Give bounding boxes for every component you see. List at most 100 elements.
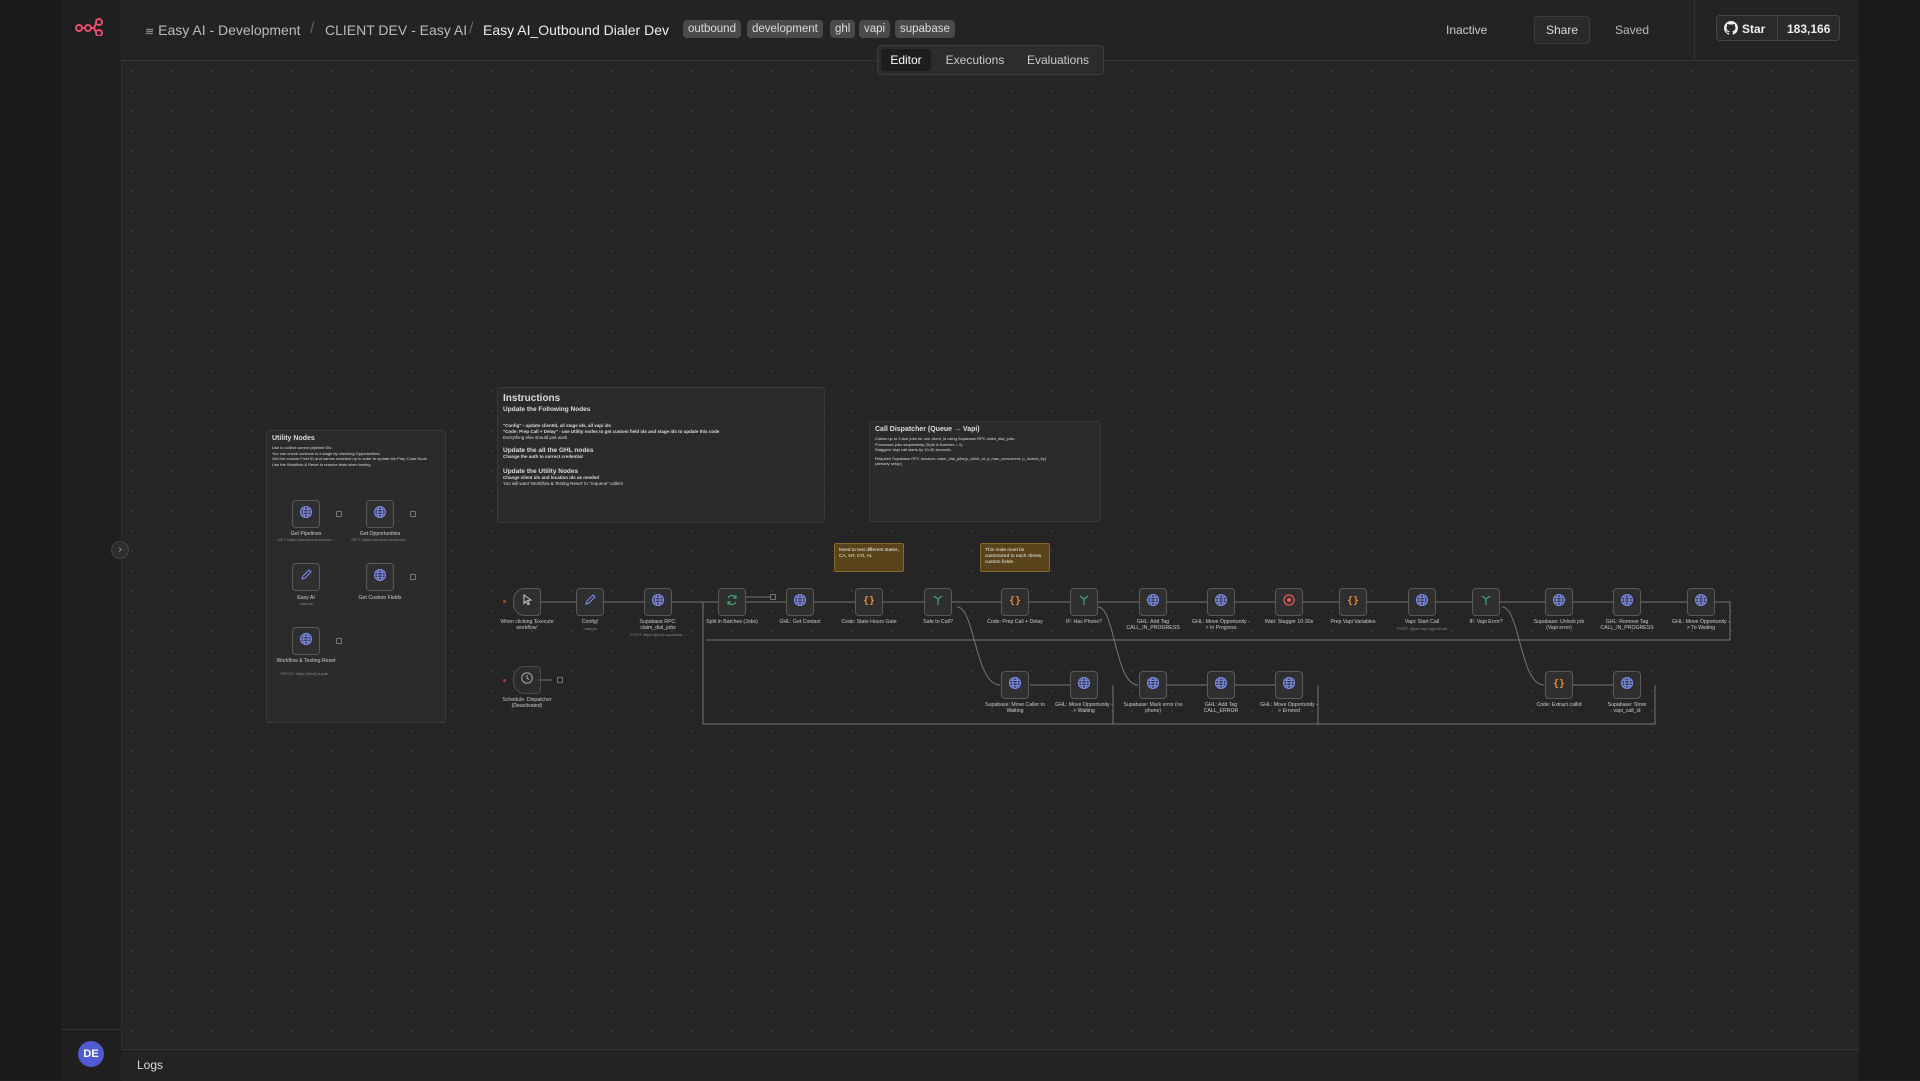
- sticky-note-custom-fields[interactable]: This node must be customized to each cli…: [980, 543, 1050, 572]
- node-subtitle: GET: https://services.leadconn...: [351, 537, 409, 542]
- svg-text:{}: {}: [863, 595, 875, 606]
- globe-icon: [1146, 593, 1160, 612]
- globe-icon: [373, 568, 387, 587]
- node-manual-trigger[interactable]: [513, 588, 541, 616]
- node-easy-ai[interactable]: [292, 563, 320, 591]
- node-supabase-mark-error[interactable]: [1139, 671, 1167, 699]
- add-node-plus-icon[interactable]: [336, 638, 342, 644]
- globe-icon: [299, 505, 313, 524]
- node-label: GHL: Get Contact: [779, 619, 821, 625]
- pencil-icon: [300, 568, 313, 586]
- node-prep-call-delay[interactable]: {}: [1001, 588, 1029, 616]
- logs-panel-bar[interactable]: Logs: [121, 1049, 1859, 1081]
- sticky-note-states[interactable]: Need to test different states, CA, NY, C…: [834, 543, 904, 572]
- node-split-batches[interactable]: [718, 588, 746, 616]
- sticky-note-instructions[interactable]: Instructions Update the Following Nodes …: [497, 387, 825, 523]
- node-config[interactable]: [576, 588, 604, 616]
- globe-icon: [1008, 676, 1022, 695]
- node-extract-callid[interactable]: {}: [1545, 671, 1573, 699]
- node-label: GHL: Move Opportunity -> Waiting: [1055, 702, 1113, 714]
- node-ghl-add-tag-error[interactable]: [1207, 671, 1235, 699]
- node-schedule-dispatcher[interactable]: [513, 666, 541, 694]
- svg-text:{}: {}: [1347, 595, 1359, 606]
- sticky-title: Utility Nodes: [272, 435, 315, 442]
- node-supabase-move-waiting[interactable]: [1001, 671, 1029, 699]
- node-ghl-move-errored[interactable]: [1275, 671, 1303, 699]
- node-supabase-claim[interactable]: [644, 588, 672, 616]
- node-vapi-start-call[interactable]: [1408, 588, 1436, 616]
- globe-icon: [1694, 593, 1708, 612]
- node-label: Vapi: Start Call: [1404, 619, 1440, 625]
- globe-icon: [299, 632, 313, 651]
- sticky-line: Staggers Vapi call starts by 10-45 secon…: [875, 447, 952, 452]
- node-label: Wait: Stagger 10-30s: [1264, 619, 1314, 625]
- node-label: GHL: Move Opportunity -> In Progress: [1192, 619, 1250, 631]
- node-move-in-progress[interactable]: [1207, 588, 1235, 616]
- code-icon: {}: [1552, 676, 1566, 695]
- node-workflow-testing-reset[interactable]: [292, 627, 320, 655]
- node-label: Safe to Call?: [923, 619, 953, 625]
- node-label: Prep Vapi Variables: [1330, 619, 1376, 625]
- add-node-plus-icon[interactable]: [336, 511, 342, 517]
- node-label: GHL: Move Opportunity -> To Waiting: [1672, 619, 1730, 631]
- node-ghl-get-contact[interactable]: [786, 588, 814, 616]
- node-prep-vapi-vars[interactable]: {}: [1339, 588, 1367, 616]
- node-safe-to-call[interactable]: [924, 588, 952, 616]
- add-node-plus-icon[interactable]: [557, 677, 563, 683]
- code-icon: {}: [862, 593, 876, 612]
- node-label: Workflow & Testing Reset: [276, 658, 336, 664]
- svg-text:{}: {}: [1553, 678, 1565, 689]
- node-ghl-move-waiting[interactable]: [1070, 671, 1098, 699]
- sticky-line: Get the custom Field ID and names matche…: [272, 456, 427, 461]
- globe-icon: [1214, 676, 1228, 695]
- node-subtitle: manual: [583, 626, 597, 631]
- if-icon: [1077, 593, 1091, 612]
- add-node-plus-icon[interactable]: [410, 574, 416, 580]
- node-get-custom-fields[interactable]: [366, 563, 394, 591]
- node-label: Code: Prep Call + Delay: [987, 619, 1043, 625]
- tab-evaluations[interactable]: Evaluations: [1018, 49, 1098, 71]
- globe-icon: [373, 505, 387, 524]
- node-state-hours-gate[interactable]: {}: [855, 588, 883, 616]
- node-label: Code: Extract callId: [1536, 702, 1582, 708]
- node-wait-stagger[interactable]: [1275, 588, 1303, 616]
- code-icon: {}: [1008, 593, 1022, 612]
- globe-icon: [651, 593, 665, 612]
- node-label: IF: Has Phone?: [1065, 619, 1103, 625]
- globe-icon: [1282, 676, 1296, 695]
- node-label: Supabase: Mark error (no phone): [1123, 702, 1183, 714]
- node-label: Supabase: Store vapi_call_id: [1607, 702, 1647, 714]
- node-subtitle: GET: https://services.leadconn...: [277, 537, 335, 542]
- node-unlock-job[interactable]: [1545, 588, 1573, 616]
- node-get-opportunities[interactable]: [366, 500, 394, 528]
- tab-editor[interactable]: Editor: [881, 49, 931, 71]
- node-store-vapi-call-id[interactable]: [1613, 671, 1641, 699]
- node-get-pipelines[interactable]: [292, 500, 320, 528]
- node-subtitle: manual: [299, 601, 313, 606]
- node-remove-tag[interactable]: [1613, 588, 1641, 616]
- sticky-line: Everything else should just work: [503, 435, 568, 440]
- sticky-line: Use the Workflow & Reset to remove tests…: [272, 461, 371, 467]
- node-has-phone[interactable]: [1070, 588, 1098, 616]
- node-label: Code: State Hours Gate: [841, 619, 897, 625]
- node-label: GHL: Add Tag CALL_IN_PROGRESS: [1126, 619, 1180, 631]
- sticky-line: (already setup): [875, 461, 902, 466]
- node-add-tag-in-progress[interactable]: [1139, 588, 1167, 616]
- globe-icon: [1415, 593, 1429, 612]
- node-vapi-error[interactable]: [1472, 588, 1500, 616]
- view-tabs: Editor Executions Evaluations: [877, 45, 1104, 75]
- node-label: GHL: Remove Tag CALL_IN_PROGRESS: [1600, 619, 1654, 631]
- sticky-note-dispatcher[interactable]: Call Dispatcher (Queue → Vapi) Claims up…: [869, 421, 1101, 522]
- tab-executions[interactable]: Executions: [940, 49, 1010, 71]
- node-subtitle: PATCH: https://[text].supab...: [280, 671, 332, 676]
- node-label: Supabase RPC: claim_dial_jobs: [639, 619, 677, 631]
- add-node-plus-icon[interactable]: [770, 594, 776, 600]
- globe-icon: [1214, 593, 1228, 612]
- sticky-line: Change the auth to correct credential: [503, 454, 583, 459]
- trigger-indicator: [503, 679, 506, 682]
- add-node-plus-icon[interactable]: [410, 511, 416, 517]
- node-move-to-waiting[interactable]: [1687, 588, 1715, 616]
- sticky-title: Instructions: [503, 393, 561, 404]
- trigger-indicator: [503, 600, 506, 603]
- node-label: When clicking 'Execute workflow': [500, 619, 554, 631]
